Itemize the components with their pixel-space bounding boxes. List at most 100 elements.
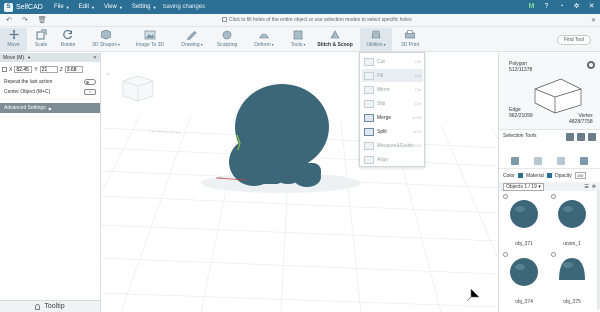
tool-drawing[interactable]: Drawing ▾ — [176, 29, 208, 48]
user-badge[interactable]: M — [527, 2, 536, 11]
gear-icon[interactable]: ✲ — [572, 2, 581, 11]
ruler-icon — [364, 141, 374, 150]
center-object-button[interactable]: + — [84, 89, 96, 95]
z-input[interactable] — [64, 66, 83, 73]
tool-deform[interactable]: Deform ▾ — [249, 29, 279, 48]
close-icon[interactable]: ✕ — [93, 55, 97, 61]
opacity-input[interactable]: 100 — [574, 172, 586, 179]
list-view-icon[interactable]: ☰ — [584, 184, 588, 190]
advanced-settings-button[interactable]: Advanced Settings ▶ — [0, 103, 100, 113]
cut-icon — [364, 57, 374, 66]
tool-sculpting[interactable]: Sculpting — [214, 29, 240, 48]
object-radio[interactable] — [503, 194, 508, 199]
select-lasso-icon[interactable] — [588, 133, 596, 141]
menu-file[interactable]: File ▼ — [54, 4, 70, 10]
menu-item-fill[interactable]: Fill Ctrl — [362, 69, 423, 82]
tool-image-to-3d-label: Image To 3D — [135, 42, 165, 48]
repeat-label: Repeat the last action — [4, 79, 53, 85]
scene-canvas[interactable]: ⌂ — [101, 53, 498, 312]
menu-bar: S SelfCAD File ▼ Edit ▼ View ▼ Setting ▼ Sav… — [0, 0, 600, 14]
xray-view-icon[interactable] — [557, 157, 566, 165]
help-icon[interactable]: ? — [542, 2, 551, 11]
menu-edit[interactable]: Edit ▼ — [79, 4, 95, 10]
menu-view[interactable]: View ▼ — [104, 4, 123, 10]
tool-scale[interactable]: Scale — [30, 29, 52, 48]
gear-icon[interactable] — [587, 61, 595, 69]
wireframe-view-icon[interactable] — [533, 157, 542, 165]
center-row: Center Object (M+C) + — [0, 87, 100, 97]
close-icon[interactable]: ✕ — [587, 2, 596, 11]
menu-setting[interactable]: Setting ▼ — [132, 4, 157, 10]
object-card[interactable]: union_1 — [549, 192, 595, 247]
tool-3d-print[interactable]: 3D Print — [398, 29, 422, 48]
lock-icon[interactable] — [2, 67, 7, 72]
tool-rotate[interactable]: Rotate — [56, 29, 80, 48]
bell-icon[interactable]: ◔ — [557, 2, 566, 11]
material-label: Material — [525, 172, 544, 179]
select-box-icon[interactable] — [577, 133, 585, 141]
tool-drawing-label: Drawing — [181, 42, 200, 48]
tool-stitch-scoop[interactable]: Stitch & Scoop — [316, 29, 354, 48]
chevron-down-icon[interactable]: ▼ — [27, 55, 31, 60]
menu-item-split[interactable]: Split U+S — [362, 125, 423, 138]
3d-viewport[interactable]: ⌂ — [101, 53, 498, 312]
delete-icon[interactable]: 🗑 — [38, 16, 47, 24]
color-swatch[interactable] — [517, 173, 523, 178]
move-icon — [9, 29, 18, 40]
sculpt-icon — [222, 30, 232, 40]
menu-item-slip[interactable]: Slip Ctrl — [362, 97, 423, 110]
menu-item-align[interactable]: Align — [362, 153, 423, 166]
object-card[interactable]: obj_375 — [549, 250, 595, 305]
menu-item-measure-guide[interactable]: Measure&Guide U+D — [362, 139, 423, 152]
shortcut-label: Ctrl — [414, 87, 421, 92]
tooltip-button[interactable]: Tooltip — [0, 300, 100, 312]
selection-tools-label: Selection Tools — [503, 133, 537, 139]
select-cursor-icon[interactable] — [566, 133, 574, 141]
solid-view-icon[interactable] — [510, 157, 519, 165]
x-input[interactable] — [14, 66, 33, 73]
object-radio[interactable] — [503, 252, 508, 257]
shortcut-label: Ctrl — [414, 59, 421, 64]
menu-item-label: Cut — [377, 58, 385, 65]
tool-scale-label: Scale — [34, 42, 48, 48]
objects-dropdown[interactable]: Objects 1 / 19 ▾ — [503, 182, 544, 191]
tool-image-to-3d[interactable]: Image To 3D — [132, 29, 168, 48]
tool-move[interactable]: Move — [0, 28, 27, 51]
gear-icon[interactable]: ✲ — [592, 184, 596, 190]
edge-view-icon[interactable] — [580, 157, 589, 165]
menu-edit-label: Edit — [78, 4, 89, 10]
object-card[interactable]: obj_371 — [501, 192, 547, 247]
object-radio[interactable] — [551, 194, 556, 199]
merge-icon — [364, 113, 374, 122]
chevron-right-icon: ▶ — [48, 105, 52, 111]
menu-item-cut[interactable]: Cut Ctrl — [362, 55, 423, 68]
redo-icon[interactable]: ↷ — [22, 16, 28, 24]
tool-3d-shapes[interactable]: 3D Shapes ▾ — [88, 29, 124, 48]
tool-utilities-label: Utilities — [366, 42, 383, 48]
object-radio[interactable] — [551, 252, 556, 257]
home-icon[interactable]: ⌂ — [107, 71, 110, 77]
chevron-down-icon: ▾ — [116, 42, 120, 47]
mesh-stats: Polygon 512/11378 Edge 962/21099 Vertex … — [499, 53, 600, 130]
find-tool-button[interactable]: Find Tool — [557, 35, 591, 45]
opacity-checkbox[interactable] — [546, 173, 552, 178]
menu-item-mirror[interactable]: Mirror Ctrl — [362, 83, 423, 96]
y-label: Y — [34, 66, 38, 73]
repeat-toggle[interactable] — [84, 79, 96, 85]
y-input[interactable] — [39, 66, 58, 73]
menu-item-merge[interactable]: Merge U+M — [362, 111, 423, 124]
tool-utilities[interactable]: Utilities ▾ — [360, 28, 392, 51]
advanced-settings-label: Advanced Settings — [4, 105, 46, 111]
utilities-dropdown: Cut Ctrl Fill Ctrl Mirror Ctrl Slip Ctrl Mer… — [359, 52, 425, 167]
slip-icon — [364, 99, 374, 108]
app-logo[interactable]: S SelfCAD — [4, 2, 44, 12]
view-cube[interactable] — [122, 75, 154, 102]
info-icon — [222, 17, 227, 22]
tool-move-label: Move — [7, 42, 20, 48]
tool-tools[interactable]: Tools ▾ — [286, 29, 310, 48]
object-card[interactable]: obj_374 — [501, 250, 547, 305]
undo-icon[interactable]: ↶ — [6, 16, 12, 24]
close-icon[interactable]: ✕ — [591, 17, 596, 24]
3d-model[interactable] — [229, 84, 329, 187]
mirror-icon — [364, 85, 374, 94]
